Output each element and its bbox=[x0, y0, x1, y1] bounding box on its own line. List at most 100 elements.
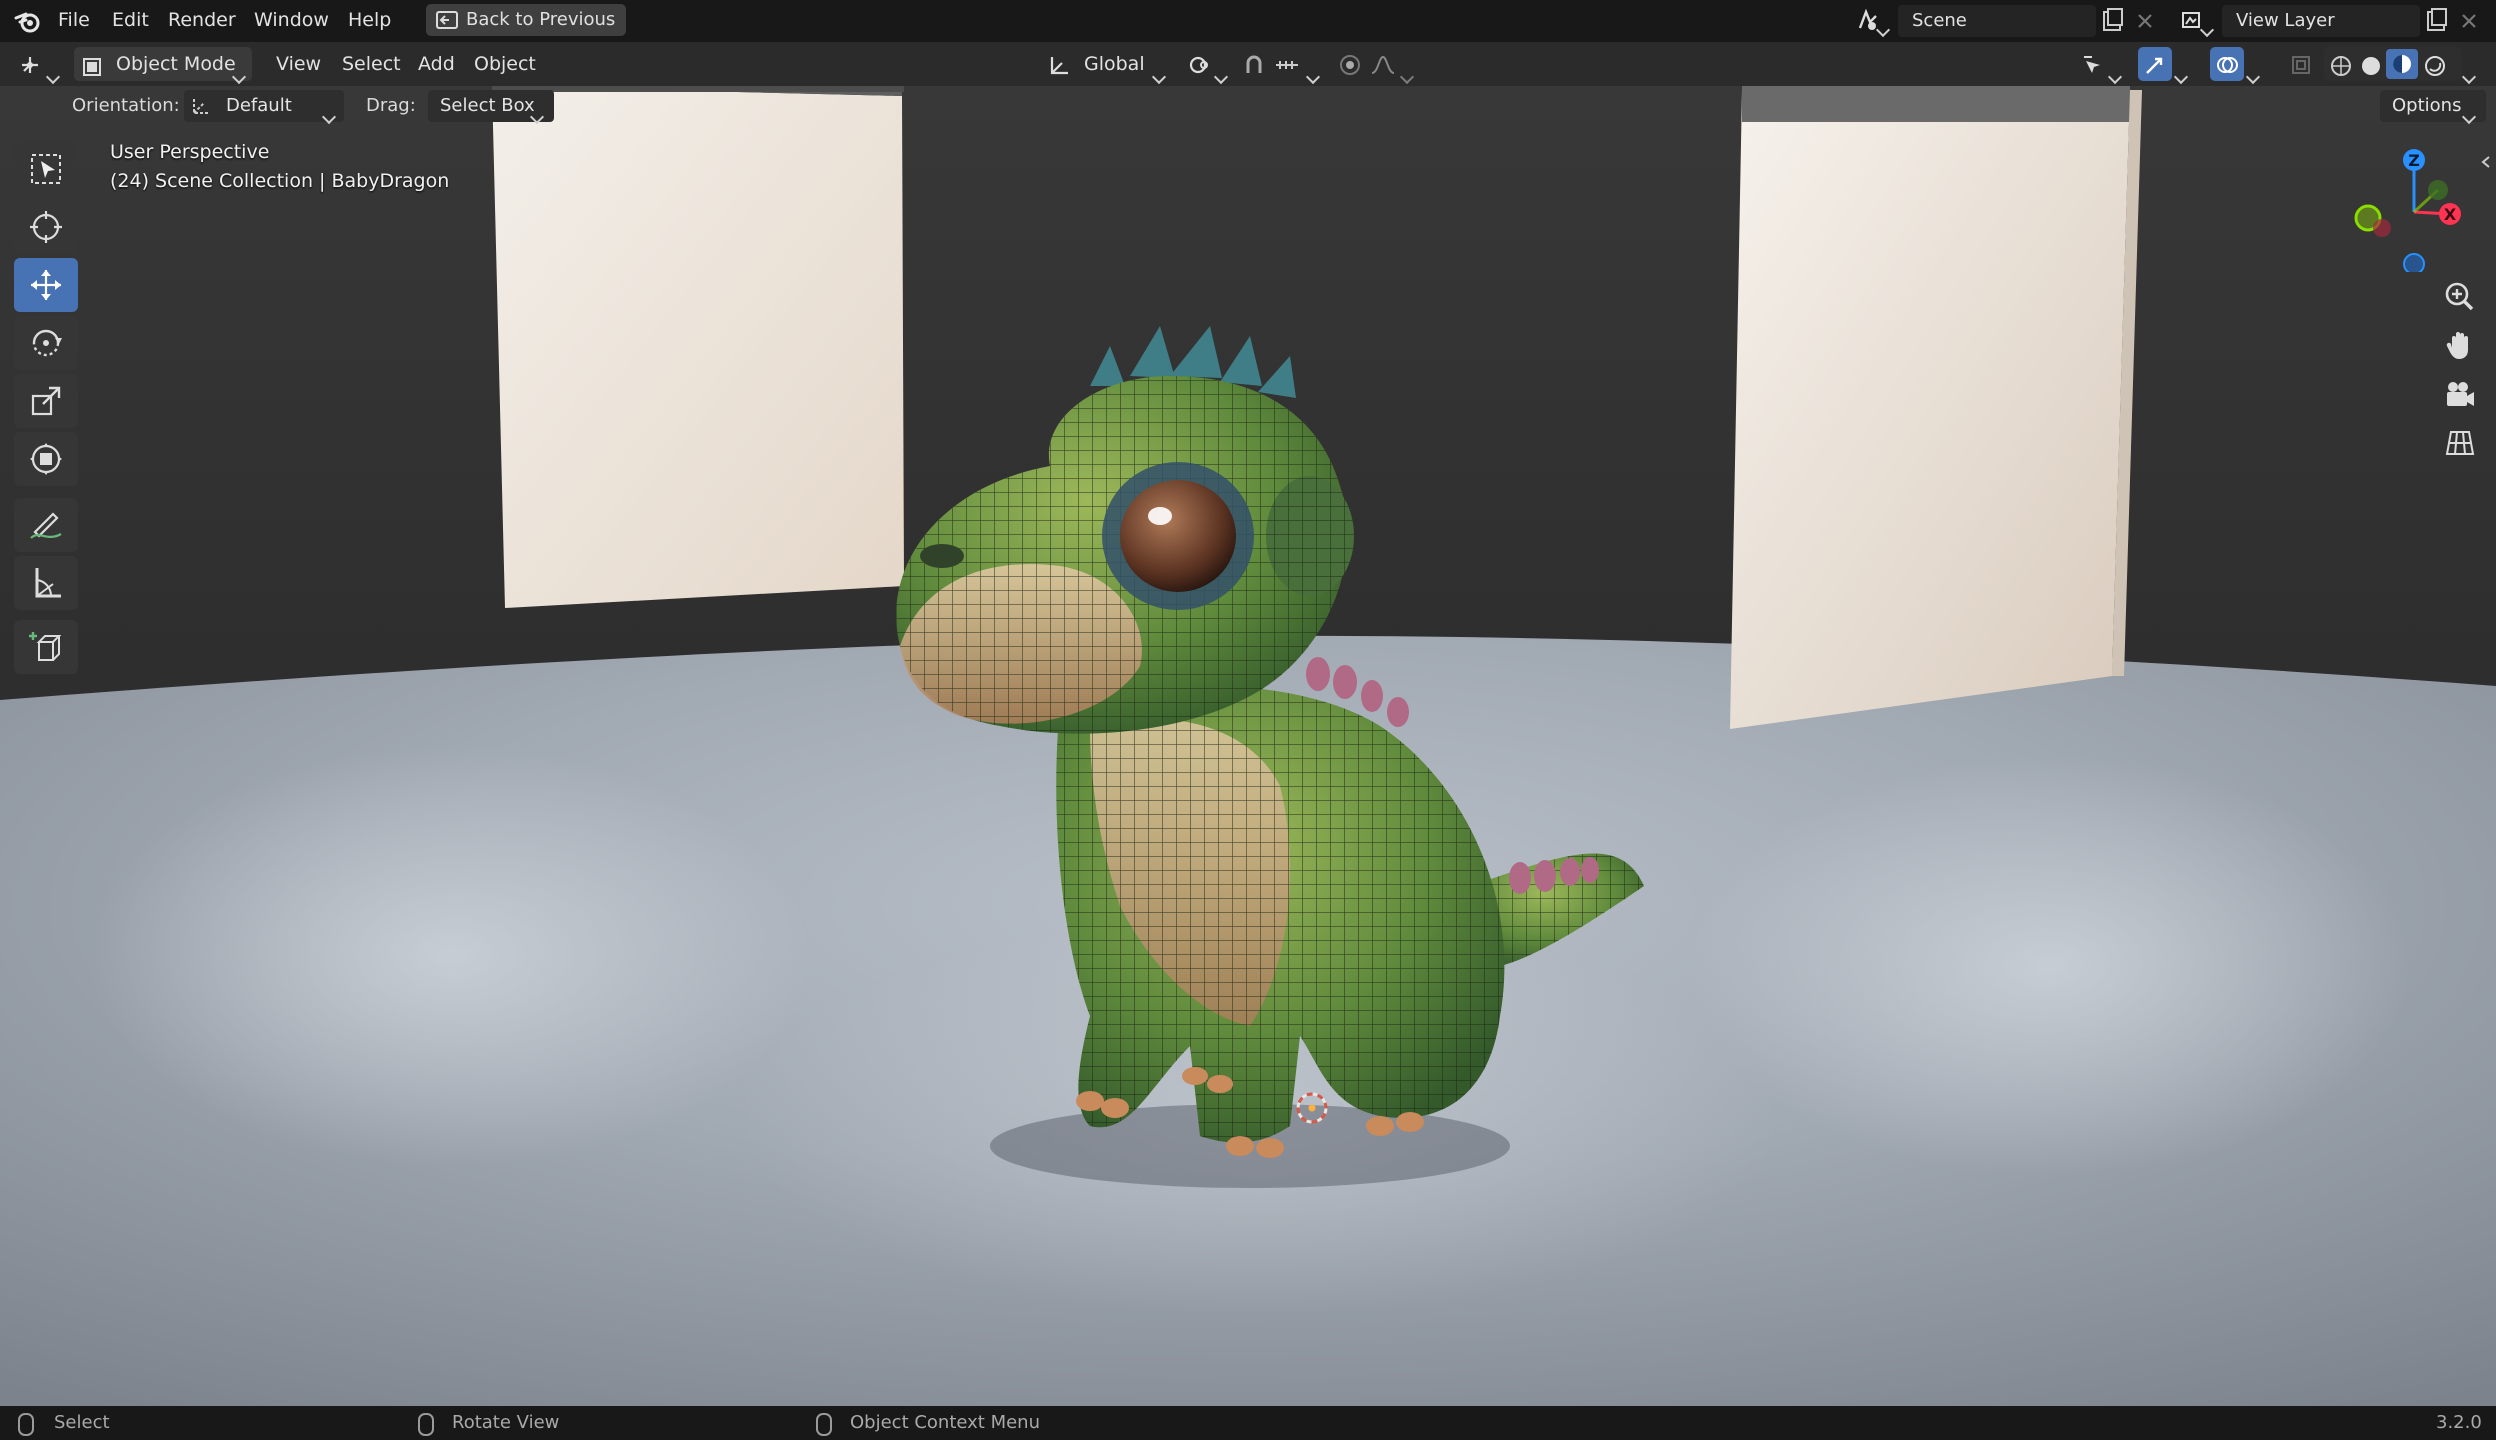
falloff-curve-icon bbox=[1370, 53, 1396, 88]
grid-perspective-icon bbox=[2445, 431, 2475, 455]
status-rotate-view: Rotate View bbox=[452, 1412, 560, 1433]
mode-dropdown[interactable]: Object Mode bbox=[74, 47, 252, 85]
snap-target-dropdown[interactable] bbox=[1272, 47, 1326, 85]
status-bar: Select Rotate View Object Context Menu 3… bbox=[0, 1406, 2496, 1440]
orientation-default-icon bbox=[190, 95, 212, 128]
falloff-dropdown[interactable] bbox=[1368, 47, 1420, 85]
chevron-down-icon bbox=[2461, 69, 2477, 85]
right-mouse-icon bbox=[816, 1413, 832, 1436]
menu-view[interactable]: View bbox=[272, 47, 325, 81]
menu-window[interactable]: Window bbox=[254, 0, 329, 42]
back-to-previous-label: Back to Previous bbox=[466, 9, 616, 30]
orientation-value: Default bbox=[226, 95, 292, 116]
xray-icon bbox=[2290, 53, 2312, 87]
status-context-menu: Object Context Menu bbox=[850, 1412, 1041, 1433]
overlays-toggle[interactable] bbox=[2210, 47, 2244, 81]
menu-select[interactable]: Select bbox=[338, 47, 405, 81]
tool-settings-bar: Orientation: Default Drag: Select Box Op… bbox=[0, 86, 2496, 126]
svg-text:Z: Z bbox=[2408, 151, 2420, 170]
proportional-editing-toggle[interactable] bbox=[1334, 47, 1366, 81]
viewport-header: Object Mode View Select Add Object Globa… bbox=[0, 42, 2496, 86]
menu-file[interactable]: File bbox=[58, 0, 90, 42]
orientation-dropdown[interactable]: Default bbox=[184, 90, 344, 125]
new-scene-icon[interactable] bbox=[2100, 8, 2126, 34]
move-icon bbox=[31, 270, 61, 300]
menu-add[interactable]: Add bbox=[414, 47, 459, 81]
material-preview-shading-icon[interactable] bbox=[2386, 49, 2418, 79]
tool-annotate[interactable] bbox=[14, 498, 78, 552]
mode-label: Object Mode bbox=[116, 53, 236, 75]
zoom-button[interactable] bbox=[2437, 274, 2483, 320]
xray-toggle[interactable] bbox=[2286, 47, 2316, 81]
drag-label: Drag: bbox=[366, 95, 416, 116]
view-layer-name-field[interactable]: View Layer bbox=[2222, 5, 2420, 37]
menu-help[interactable]: Help bbox=[348, 0, 391, 42]
wireframe-shading-icon[interactable] bbox=[2330, 54, 2352, 88]
menu-render[interactable]: Render bbox=[168, 0, 236, 42]
tool-scale[interactable] bbox=[14, 374, 78, 428]
perspective-toggle-button[interactable] bbox=[2437, 420, 2483, 466]
chevron-down-icon bbox=[45, 69, 61, 85]
blender-logo-icon[interactable] bbox=[14, 8, 42, 34]
snap-toggle[interactable] bbox=[1238, 47, 1270, 81]
gizmo-dropdown[interactable] bbox=[2173, 47, 2196, 85]
orientation-global-icon bbox=[1048, 53, 1072, 88]
pivot-point-dropdown[interactable] bbox=[1184, 47, 1234, 85]
transform-icon bbox=[30, 443, 62, 475]
negative-z-axis-icon bbox=[2403, 253, 2425, 272]
status-select: Select bbox=[54, 1412, 110, 1433]
scale-icon bbox=[31, 386, 61, 416]
delete-scene-icon[interactable] bbox=[2134, 10, 2156, 32]
object-mode-icon bbox=[82, 54, 102, 88]
chevron-down-icon bbox=[1151, 69, 1167, 85]
rendered-shading-icon[interactable] bbox=[2424, 54, 2446, 88]
gizmo-toggle[interactable] bbox=[2138, 47, 2172, 81]
tool-rotate[interactable] bbox=[14, 316, 78, 370]
scene-name-field[interactable]: Scene bbox=[1898, 5, 2096, 37]
3d-viewport[interactable]: Orientation: Default Drag: Select Box Op… bbox=[0, 86, 2496, 1406]
overlays-dropdown[interactable] bbox=[2245, 47, 2268, 85]
viewport-info: User Perspective (24) Scene Collection |… bbox=[110, 138, 449, 196]
tool-cursor[interactable] bbox=[14, 200, 78, 254]
svg-text:X: X bbox=[2444, 205, 2457, 224]
scene-render bbox=[0, 86, 2496, 1406]
menu-object[interactable]: Object bbox=[470, 47, 540, 81]
options-dropdown[interactable]: Options bbox=[2380, 90, 2486, 125]
scene-icon bbox=[1856, 8, 1880, 37]
back-to-previous-button[interactable]: Back to Previous bbox=[426, 4, 626, 36]
scene-browse-button[interactable] bbox=[1852, 4, 1892, 38]
overlays-icon bbox=[2215, 53, 2239, 88]
new-view-layer-icon[interactable] bbox=[2424, 8, 2450, 34]
chevron-down-icon bbox=[321, 109, 337, 125]
sidebar-toggle-icon[interactable] bbox=[2480, 152, 2492, 168]
solid-shading-icon[interactable] bbox=[2360, 54, 2382, 88]
delete-view-layer-icon[interactable] bbox=[2458, 10, 2480, 32]
visibility-dropdown[interactable] bbox=[2078, 47, 2130, 85]
drag-dropdown[interactable]: Select Box bbox=[428, 90, 554, 125]
negative-x-axis-icon bbox=[2373, 219, 2391, 237]
camera-icon bbox=[2447, 382, 2474, 406]
middle-mouse-icon bbox=[418, 1413, 434, 1436]
transform-orientation-dropdown[interactable]: Global bbox=[1044, 47, 1172, 85]
rotate-icon bbox=[32, 329, 62, 357]
shading-dropdown[interactable] bbox=[2461, 47, 2484, 85]
tool-move[interactable] bbox=[14, 258, 78, 312]
navigation-gizmo[interactable]: Z X bbox=[2346, 142, 2476, 272]
view-layer-browse-button[interactable] bbox=[2176, 4, 2216, 38]
tool-transform[interactable] bbox=[14, 432, 78, 486]
annotate-icon bbox=[30, 512, 62, 539]
options-label: Options bbox=[2392, 95, 2462, 116]
editor-type-button[interactable] bbox=[12, 47, 66, 85]
drag-value: Select Box bbox=[440, 95, 535, 116]
tool-measure[interactable] bbox=[14, 556, 78, 610]
tool-select-box[interactable] bbox=[14, 142, 78, 196]
pan-button[interactable] bbox=[2437, 322, 2483, 368]
snap-increment-icon bbox=[1274, 53, 1300, 88]
view-name: User Perspective bbox=[110, 141, 270, 163]
camera-view-button[interactable] bbox=[2437, 372, 2483, 418]
menu-edit[interactable]: Edit bbox=[112, 0, 149, 42]
chevron-down-icon bbox=[1305, 69, 1321, 85]
selectability-icon bbox=[2082, 53, 2106, 88]
hand-icon bbox=[2446, 332, 2468, 359]
tool-add-cube[interactable] bbox=[14, 620, 78, 674]
